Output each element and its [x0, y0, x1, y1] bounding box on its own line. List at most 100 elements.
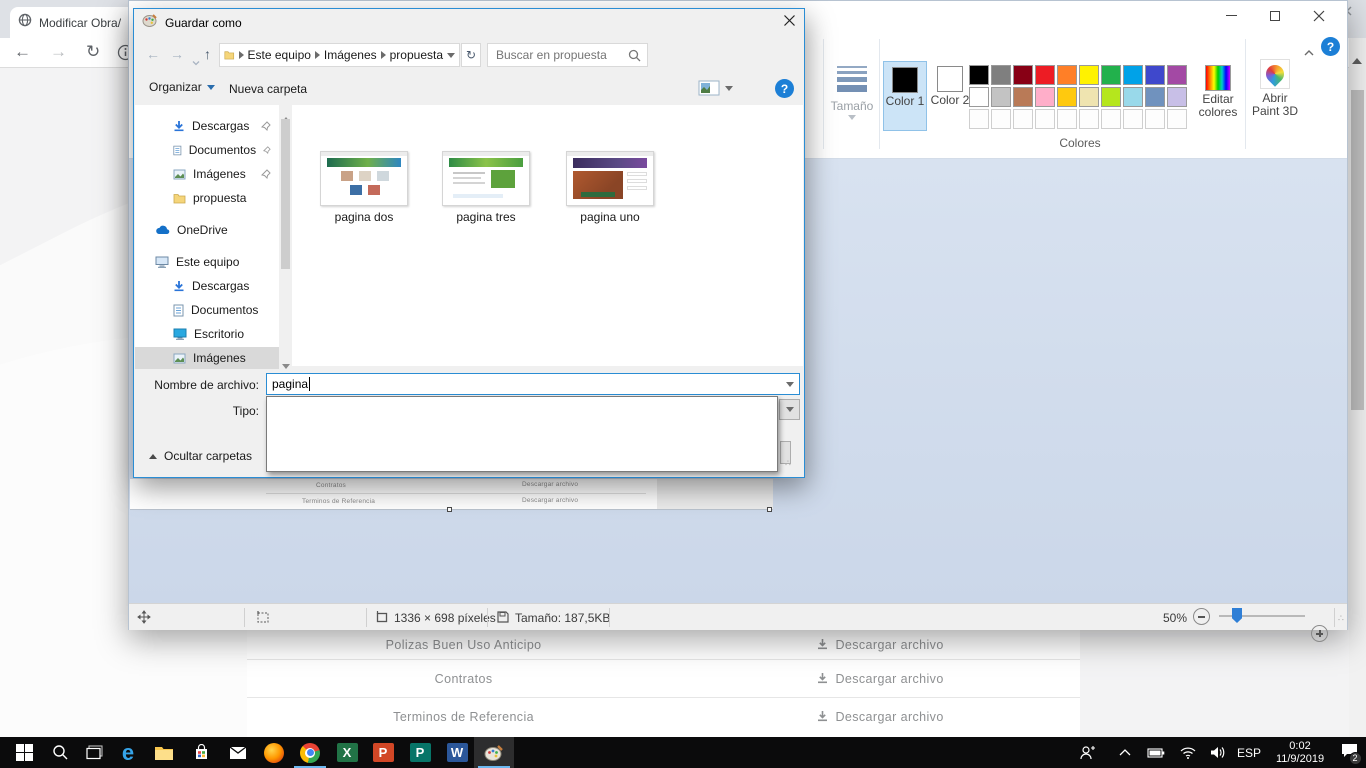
file-item-pagina-dos[interactable]: pagina dos [316, 151, 412, 224]
clock[interactable]: 0:02 11/9/2019 [1268, 737, 1332, 768]
zoom-slider-track[interactable] [1219, 615, 1305, 617]
canvas-resize-handle[interactable] [767, 507, 772, 512]
address-dropdown-icon[interactable] [447, 53, 455, 58]
breadcrumb-item[interactable]: Este equipo [248, 48, 311, 62]
paint-canvas[interactable]: Contratos Descargar archivo Terminos de … [130, 479, 773, 510]
help-icon[interactable]: ? [1321, 37, 1340, 56]
palette-swatch[interactable] [1079, 87, 1099, 107]
breadcrumb-item[interactable]: propuesta [390, 48, 443, 62]
file-item-pagina-uno[interactable]: pagina uno [562, 151, 658, 224]
mail-taskbar-icon[interactable] [218, 737, 258, 768]
palette-swatch[interactable] [1101, 65, 1121, 85]
download-link[interactable]: Descargar archivo [680, 710, 1080, 724]
dialog-close-icon[interactable] [783, 14, 796, 32]
sidebar-item-descargas[interactable]: Descargas [135, 115, 279, 137]
browser-scrollbar[interactable] [1349, 38, 1366, 737]
download-link[interactable]: Descargar archivo [680, 672, 1080, 686]
palette-swatch[interactable] [1101, 87, 1121, 107]
color1-button[interactable]: Color 1 [883, 61, 927, 131]
file-explorer-taskbar-icon[interactable] [144, 737, 184, 768]
nav-history-icon[interactable] [192, 53, 200, 71]
edge-taskbar-icon[interactable]: e [108, 737, 148, 768]
refresh-button[interactable]: ↻ [461, 43, 481, 67]
organize-menu[interactable]: Organizar [149, 80, 215, 94]
firefox-taskbar-icon[interactable] [254, 737, 294, 768]
sidebar-item-documentos[interactable]: Documentos [135, 139, 279, 161]
download-link[interactable]: Descargar archivo [680, 638, 1080, 652]
browser-reload-icon[interactable]: ↻ [86, 43, 100, 60]
palette-empty-slot[interactable] [1013, 109, 1033, 129]
word-taskbar-icon[interactable]: W [437, 737, 477, 768]
palette-swatch[interactable] [1035, 87, 1055, 107]
palette-swatch[interactable] [969, 65, 989, 85]
browser-back-icon[interactable]: ← [14, 43, 31, 60]
zoom-out-button[interactable] [1193, 608, 1210, 625]
sidebar-item-onedrive[interactable]: OneDrive [135, 219, 279, 241]
dialog-help-icon[interactable]: ? [775, 79, 794, 98]
open-paint3d-button[interactable]: AbrirPaint 3D [1249, 57, 1301, 133]
palette-empty-slot[interactable] [1079, 109, 1099, 129]
scrollbar-up-icon[interactable] [1352, 58, 1362, 64]
wifi-icon[interactable] [1174, 737, 1202, 768]
color2-button[interactable]: Color 2 [930, 61, 970, 131]
people-tray-icon[interactable] [1072, 737, 1102, 768]
palette-swatch[interactable] [991, 65, 1011, 85]
palette-empty-slot[interactable] [1101, 109, 1121, 129]
sidebar-item-escritorio[interactable]: Escritorio [135, 323, 279, 345]
file-item-pagina-tres[interactable]: pagina tres [438, 151, 534, 224]
sidebar-item-este-equipo[interactable]: Este equipo [135, 251, 279, 273]
palette-swatch[interactable] [1145, 65, 1165, 85]
paint-taskbar-icon[interactable] [474, 737, 514, 768]
edit-colors-button[interactable]: Editar colores [1193, 61, 1243, 133]
palette-swatch[interactable] [991, 87, 1011, 107]
hide-folders-button[interactable]: Ocultar carpetas [149, 449, 252, 463]
sidebar-item-descargas-2[interactable]: Descargas [135, 275, 279, 297]
palette-empty-slot[interactable] [969, 109, 989, 129]
close-button[interactable] [1302, 1, 1336, 30]
filename-input[interactable]: pagina [266, 373, 800, 395]
filetype-dropdown-button[interactable] [779, 399, 800, 420]
palette-swatch[interactable] [1057, 65, 1077, 85]
filename-autocomplete-popup[interactable] [266, 396, 778, 472]
palette-swatch[interactable] [1145, 87, 1165, 107]
palette-empty-slot[interactable] [1145, 109, 1165, 129]
window-resize-grip[interactable]: ∴ [1338, 616, 1345, 620]
excel-taskbar-icon[interactable]: X [327, 737, 367, 768]
filename-dropdown-icon[interactable] [786, 382, 794, 387]
maximize-button[interactable] [1258, 1, 1292, 30]
powerpoint-taskbar-icon[interactable]: P [363, 737, 403, 768]
publisher-taskbar-icon[interactable]: P [400, 737, 440, 768]
chrome-taskbar-icon[interactable] [290, 737, 330, 768]
palette-swatch[interactable] [1079, 65, 1099, 85]
address-breadcrumb[interactable]: Este equipo Imágenes propuesta [219, 43, 460, 67]
collapse-ribbon-icon[interactable] [1304, 43, 1314, 61]
sidebar-item-imagenes[interactable]: Imágenes [135, 163, 279, 185]
search-box[interactable] [487, 43, 648, 67]
size-button[interactable]: Tamaño [829, 57, 875, 131]
dialog-resize-grip[interactable]: ∴ [785, 461, 792, 465]
volume-icon[interactable] [1204, 737, 1232, 768]
language-indicator[interactable]: ESP [1232, 737, 1266, 768]
palette-swatch[interactable] [1167, 65, 1187, 85]
canvas-resize-handle[interactable] [447, 507, 452, 512]
minimize-button[interactable] [1214, 1, 1248, 30]
breadcrumb-item[interactable]: Imágenes [324, 48, 377, 62]
action-center-icon[interactable]: 2 [1334, 737, 1364, 768]
browser-forward-icon[interactable]: → [50, 43, 67, 60]
palette-swatch[interactable] [1013, 87, 1033, 107]
store-taskbar-icon[interactable] [181, 737, 221, 768]
search-input[interactable] [494, 47, 628, 63]
zoom-in-button[interactable] [1311, 625, 1328, 642]
sidebar-scrollbar[interactable] [279, 105, 292, 366]
scrollbar-thumb[interactable] [281, 119, 290, 269]
palette-empty-slot[interactable] [1035, 109, 1055, 129]
view-mode-button[interactable] [698, 80, 733, 96]
battery-icon[interactable] [1142, 737, 1170, 768]
palette-swatch[interactable] [1035, 65, 1055, 85]
nav-up-icon[interactable]: ↑ [204, 46, 211, 62]
zoom-slider-thumb[interactable] [1232, 608, 1242, 623]
nav-forward-icon[interactable]: → [170, 46, 184, 62]
sidebar-item-imagenes-2[interactable]: Imágenes [135, 347, 279, 369]
start-button[interactable] [4, 737, 44, 768]
scrollbar-down-icon[interactable] [282, 356, 290, 374]
